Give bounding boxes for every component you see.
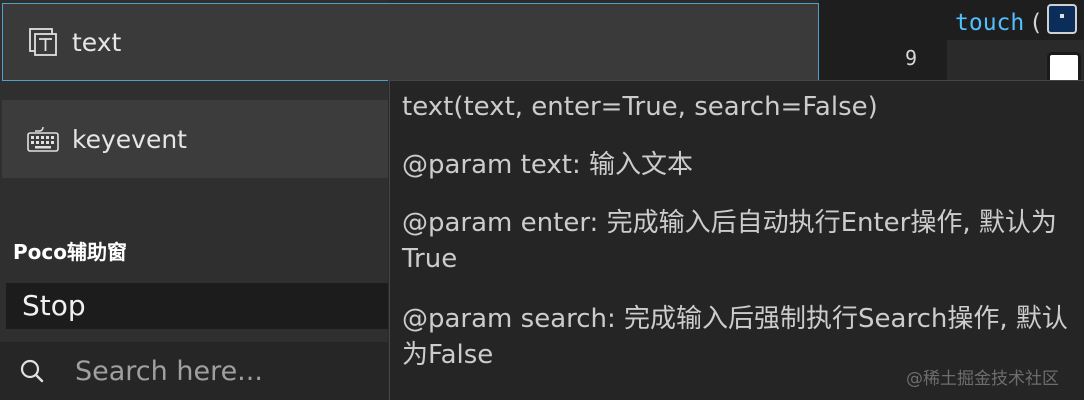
search-input[interactable] xyxy=(73,354,377,388)
selected-item-frame xyxy=(388,3,819,81)
tooltip-param: @param enter: 完成输入后自动执行Enter操作, 默认为True xyxy=(402,208,1057,274)
stop-button[interactable]: Stop xyxy=(6,283,388,329)
frame-border-left xyxy=(2,3,3,81)
api-text-label: text xyxy=(72,27,122,57)
api-keyevent-button[interactable]: keyevent xyxy=(2,100,388,178)
ide-window: text keyevent Poco辅助窗 Stop Search here..… xyxy=(0,0,1084,400)
text-box-icon xyxy=(26,25,60,59)
watermark: @稀土掘金技术社区 xyxy=(906,369,1059,389)
tooltip-param: @param text: 输入文本 xyxy=(402,150,693,180)
search-icon xyxy=(17,356,47,386)
api-text-button[interactable]: text xyxy=(2,3,388,81)
line-number: 9 xyxy=(905,46,918,70)
image-thumbnail[interactable] xyxy=(1047,4,1077,34)
code-keyword: touch xyxy=(955,10,1025,36)
keyboard-icon xyxy=(26,122,60,156)
search-bar xyxy=(0,342,388,400)
api-keyevent-label: keyevent xyxy=(72,124,187,154)
frame-border-top xyxy=(2,3,388,4)
api-doc-tooltip: text(text, enter=True, search=False) @pa… xyxy=(389,80,1084,400)
tooltip-param: @param search: 完成输入后强制执行Search操作, 默认为Fal… xyxy=(402,304,1068,370)
poco-aux-title: Poco辅助窗 xyxy=(13,240,127,264)
code-paren: ( xyxy=(1029,10,1043,36)
tooltip-signature: text(text, enter=True, search=False) xyxy=(402,92,878,122)
frame-border-bottom xyxy=(2,80,388,81)
